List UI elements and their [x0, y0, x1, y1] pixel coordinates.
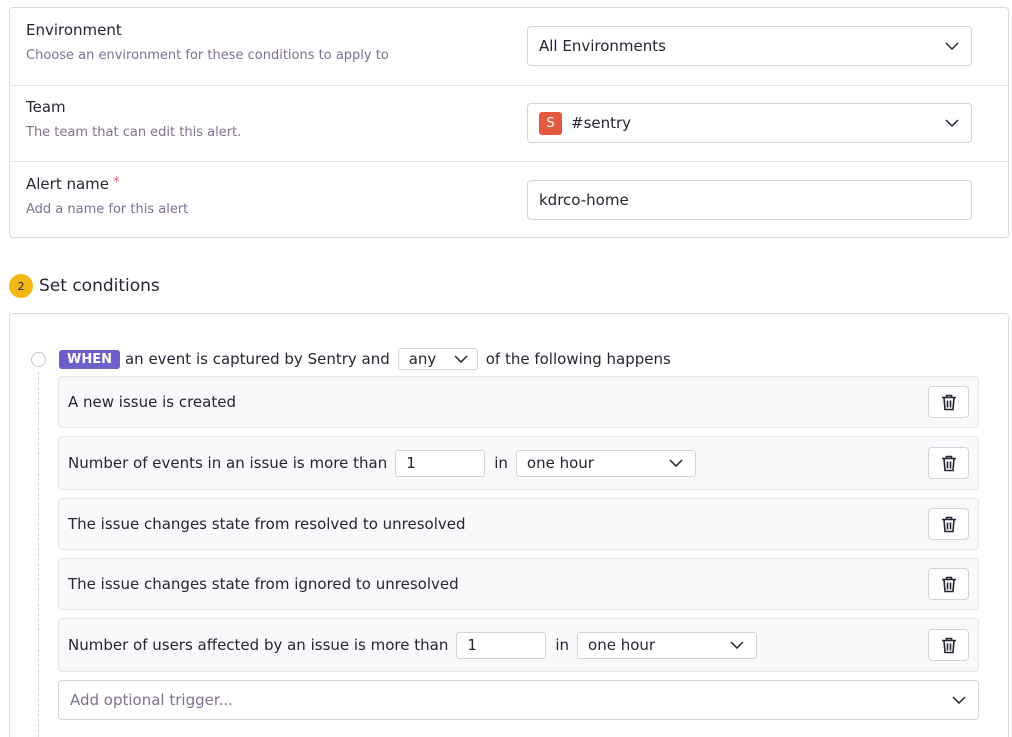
alert-name-help: Add a name for this alert: [26, 202, 189, 217]
trash-icon: [941, 576, 956, 592]
interval-select[interactable]: one hour: [515, 449, 696, 477]
team-select[interactable]: S #sentry: [527, 103, 972, 143]
chevron-down-icon: [945, 42, 959, 50]
chevron-down-icon: [669, 459, 683, 467]
required-mark: *: [113, 175, 120, 190]
when-clause: WHEN an event is captured by Sentry and …: [59, 348, 671, 370]
condition-text: The issue changes state from resolved to…: [68, 515, 466, 533]
condition-row: The issue changes state from resolved to…: [58, 498, 979, 550]
condition-text: Number of users affected by an issue is …: [68, 636, 449, 654]
section-title: Set conditions: [39, 276, 160, 296]
condition-row: A new issue is created: [58, 376, 979, 428]
set-conditions-heading: 2 Set conditions: [9, 274, 160, 298]
delete-condition-button[interactable]: [928, 447, 969, 479]
interval-select-value: one hour: [588, 636, 656, 654]
alert-name-input[interactable]: kdrco-home: [527, 180, 972, 220]
chevron-down-icon: [454, 355, 468, 363]
environment-row: Environment Choose an environment for th…: [10, 8, 1008, 85]
match-select[interactable]: any: [397, 348, 478, 370]
users-count-input[interactable]: 1: [456, 631, 547, 659]
delete-condition-button[interactable]: [928, 568, 969, 600]
condition-text: A new issue is created: [68, 393, 236, 411]
in-label: in: [494, 454, 508, 472]
chevron-down-icon: [952, 696, 966, 704]
condition-row: The issue changes state from ignored to …: [58, 558, 979, 610]
team-help: The team that can edit this alert.: [26, 125, 242, 140]
match-select-value: any: [408, 350, 437, 368]
events-count-value: 1: [406, 454, 416, 472]
timeline-line: [38, 372, 39, 737]
step-badge: 2: [9, 274, 33, 298]
environment-select-value: All Environments: [539, 37, 666, 55]
team-avatar: S: [539, 111, 562, 135]
add-trigger-placeholder: Add optional trigger...: [70, 691, 233, 709]
alert-name-input-value: kdrco-home: [539, 191, 629, 209]
delete-condition-button[interactable]: [928, 629, 969, 661]
when-prefix: an event is captured by Sentry and: [124, 350, 390, 368]
environment-help: Choose an environment for these conditio…: [26, 48, 389, 63]
when-suffix: of the following happens: [485, 350, 671, 368]
users-count-value: 1: [467, 636, 477, 654]
delete-condition-button[interactable]: [928, 386, 969, 418]
environment-label: Environment: [26, 21, 122, 39]
trash-icon: [941, 637, 956, 653]
delete-condition-button[interactable]: [928, 508, 969, 540]
conditions-panel: WHEN an event is captured by Sentry and …: [9, 313, 1009, 737]
condition-text: Number of events in an issue is more tha…: [68, 454, 388, 472]
team-row: Team The team that can edit this alert. …: [10, 85, 1008, 161]
interval-select[interactable]: one hour: [577, 631, 758, 659]
environment-select[interactable]: All Environments: [527, 26, 972, 66]
alert-name-label: Alert name *: [26, 175, 120, 193]
alert-name-row: Alert name * Add a name for this alert kd…: [10, 161, 1008, 238]
alert-name-label-text: Alert name: [26, 175, 110, 193]
team-label: Team: [26, 98, 66, 116]
condition-row: Number of users affected by an issue is …: [58, 618, 979, 672]
events-count-input[interactable]: 1: [395, 449, 486, 477]
add-trigger-select[interactable]: Add optional trigger...: [58, 680, 979, 720]
timeline-dot-icon[interactable]: [31, 352, 46, 367]
trash-icon: [941, 455, 956, 471]
in-label: in: [555, 636, 570, 654]
chevron-down-icon: [730, 641, 744, 649]
when-tag: WHEN: [59, 349, 120, 369]
trash-icon: [941, 394, 956, 410]
interval-select-value: one hour: [526, 454, 594, 472]
condition-row: Number of events in an issue is more tha…: [58, 436, 979, 490]
condition-text: The issue changes state from ignored to …: [68, 575, 459, 593]
chevron-down-icon: [945, 119, 959, 127]
alert-settings-panel: Environment Choose an environment for th…: [9, 7, 1009, 238]
trash-icon: [941, 516, 956, 532]
team-select-value: #sentry: [571, 114, 632, 132]
